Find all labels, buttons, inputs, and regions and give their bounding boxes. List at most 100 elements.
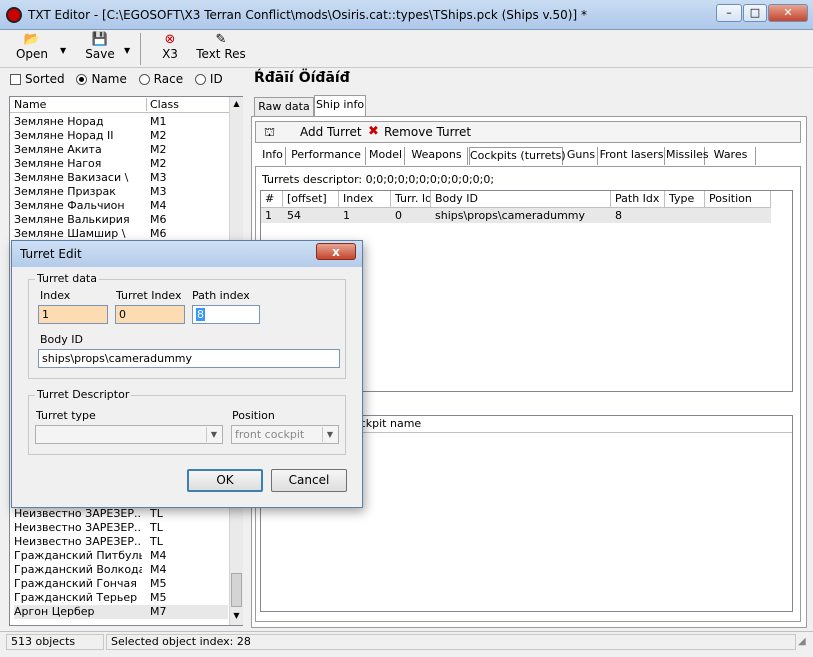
table-cell: 54 xyxy=(287,209,301,222)
tab-weapons[interactable]: Weapons xyxy=(406,147,468,165)
selected-index: Selected object index: 28 xyxy=(106,634,796,650)
path-index-field[interactable]: 8 xyxy=(192,305,260,324)
ship-class: M4 xyxy=(150,563,167,576)
column-header[interactable]: [offset] xyxy=(283,191,339,208)
column-header[interactable]: Turr. Idx xyxy=(391,191,431,208)
remove-turret-button[interactable]: Remove Turret xyxy=(384,125,471,139)
body-id-label: Body ID xyxy=(40,333,83,346)
list-item[interactable]: Земляне Акита M2 xyxy=(14,143,228,157)
ship-class: M2 xyxy=(150,157,167,170)
ok-button[interactable]: OK xyxy=(187,469,263,492)
name-column-header[interactable]: Name xyxy=(14,98,46,111)
tab-wares[interactable]: Wares xyxy=(706,147,756,165)
list-item[interactable]: Земляне Шамшир \ M6 xyxy=(14,227,228,241)
list-item[interactable]: Гражданский Терьер M5 xyxy=(14,591,228,605)
ship-name: Аргон Цербер xyxy=(14,605,95,618)
ship-name: Земляне Норад II xyxy=(14,129,114,142)
position-select[interactable]: front cockpit ▼ xyxy=(231,425,339,444)
list-item[interactable]: Гражданский Питбуль M4 xyxy=(14,549,228,563)
turret-data-legend: Turret data xyxy=(35,272,99,285)
table-cell: 1 xyxy=(343,209,350,222)
close-button[interactable]: ✕ xyxy=(768,4,808,22)
list-item[interactable]: Земляне Вакизаси \ M3 xyxy=(14,171,228,185)
list-item[interactable]: Гражданский Волкодав M4 xyxy=(14,563,228,577)
column-header[interactable]: Body ID xyxy=(431,191,611,208)
floppy-icon: 💾 xyxy=(91,32,109,47)
tab-performance[interactable]: Performance xyxy=(287,147,366,165)
table-cell: 1 xyxy=(265,209,272,222)
column-header[interactable]: # xyxy=(261,191,283,208)
resize-grip-icon[interactable]: ◢ xyxy=(798,636,806,647)
list-item[interactable]: Земляне Норад M1 xyxy=(14,115,228,129)
list-item[interactable]: Гражданский Гончая M5 xyxy=(14,577,228,591)
list-item[interactable]: Земляне Норад II M2 xyxy=(14,129,228,143)
tab-guns[interactable]: Guns xyxy=(565,147,598,165)
list-item[interactable]: Неизвестно ЗАРЕЗЕР... TL xyxy=(14,507,228,521)
turret-edit-dialog: Turret Edit x Turret data Index 1 Turret… xyxy=(11,240,363,508)
ship-name: Гражданский Питбуль xyxy=(14,549,142,562)
id-radio[interactable] xyxy=(194,74,206,85)
tab-cockpits-turrets[interactable]: Cockpits (turrets) xyxy=(469,147,566,165)
list-header: Name Class xyxy=(10,97,230,113)
tab-ship-info[interactable]: Ship info xyxy=(314,95,366,117)
ship-name: Земляне Призрак xyxy=(14,185,116,198)
dialog-close-button[interactable]: x xyxy=(316,243,356,260)
table-cell: 8 xyxy=(615,209,622,222)
ship-class: TL xyxy=(150,535,163,548)
list-item[interactable]: Земляне Фальчион M4 xyxy=(14,199,228,213)
tab-front-lasers[interactable]: Front lasers xyxy=(599,147,665,165)
maximize-button[interactable]: □ xyxy=(743,4,767,22)
tab-model[interactable]: Model xyxy=(367,147,405,165)
chevron-down-icon: ▼ xyxy=(206,427,221,442)
race-radio[interactable] xyxy=(138,74,150,85)
window-title: TXT Editor - [C:\EGOSOFT\X3 Terran Confl… xyxy=(28,8,587,22)
column-header[interactable]: Path Idx xyxy=(611,191,665,208)
body-id-field[interactable]: ships\props\cameradummy xyxy=(38,349,340,368)
turret-action-bar: ⛫ Add Turret ✖ Remove Turret xyxy=(255,121,801,143)
column-header[interactable]: Type xyxy=(665,191,705,208)
minimize-button[interactable]: – xyxy=(716,4,742,22)
ship-name: Неизвестно ЗАРЕЗЕР... xyxy=(14,507,142,520)
turret-index-field[interactable]: 0 xyxy=(115,305,185,324)
list-item[interactable]: Земляне Нагоя M2 xyxy=(14,157,228,171)
position-label: Position xyxy=(232,409,275,422)
ship-class: M4 xyxy=(150,549,167,562)
dialog-title: Turret Edit xyxy=(20,247,82,261)
ship-class: M2 xyxy=(150,143,167,156)
tab-info[interactable]: Info xyxy=(260,147,286,165)
ship-name: Гражданский Волкодав xyxy=(14,563,142,576)
column-header[interactable]: Position xyxy=(705,191,771,208)
add-turret-button[interactable]: Add Turret xyxy=(300,125,362,139)
list-item[interactable]: Земляне Призрак M3 xyxy=(14,185,228,199)
open-button[interactable]: 📂 Open xyxy=(10,33,54,67)
save-button[interactable]: 💾 Save xyxy=(78,33,122,67)
save-dropdown-icon[interactable]: ▼ xyxy=(124,46,130,55)
scroll-down-icon[interactable]: ▼ xyxy=(231,611,242,622)
scroll-up-icon[interactable]: ▲ xyxy=(231,99,242,110)
list-item[interactable]: Неизвестно ЗАРЕЗЕР... TL xyxy=(14,521,228,535)
cancel-button[interactable]: Cancel xyxy=(271,469,347,492)
class-column-header[interactable]: Class xyxy=(146,98,179,111)
list-item[interactable]: Земляне Валькирия M6 xyxy=(14,213,228,227)
column-header[interactable]: Index xyxy=(339,191,391,208)
index-field[interactable]: 1 xyxy=(38,305,108,324)
list-item[interactable]: Аргон Цербер M7 xyxy=(14,605,228,619)
ship-name: Земляне Акита xyxy=(14,143,102,156)
ship-class: M7 xyxy=(150,605,167,618)
add-turret-icon: ⛫ xyxy=(264,125,276,139)
scroll-thumb[interactable] xyxy=(231,573,242,607)
ship-class: M6 xyxy=(150,213,167,226)
text-res-button[interactable]: ✎ Text Res xyxy=(196,33,246,67)
sorted-checkbox[interactable] xyxy=(10,74,21,85)
tab-missiles[interactable]: Missiles xyxy=(666,147,709,165)
open-dropdown-icon[interactable]: ▼ xyxy=(60,46,66,55)
name-radio[interactable] xyxy=(76,74,88,85)
tab-raw-data[interactable]: Raw data xyxy=(254,97,314,117)
list-item[interactable]: Неизвестно ЗАРЕЗЕР... TL xyxy=(14,535,228,549)
turret-type-select[interactable]: ▼ xyxy=(35,425,223,444)
x3-icon: ⊗ xyxy=(164,32,176,47)
ship-name: Земляне Шамшир \ xyxy=(14,227,126,240)
ship-class: M4 xyxy=(150,199,167,212)
app-icon xyxy=(6,7,22,23)
x3-button[interactable]: ⊗ X3 xyxy=(152,33,188,67)
